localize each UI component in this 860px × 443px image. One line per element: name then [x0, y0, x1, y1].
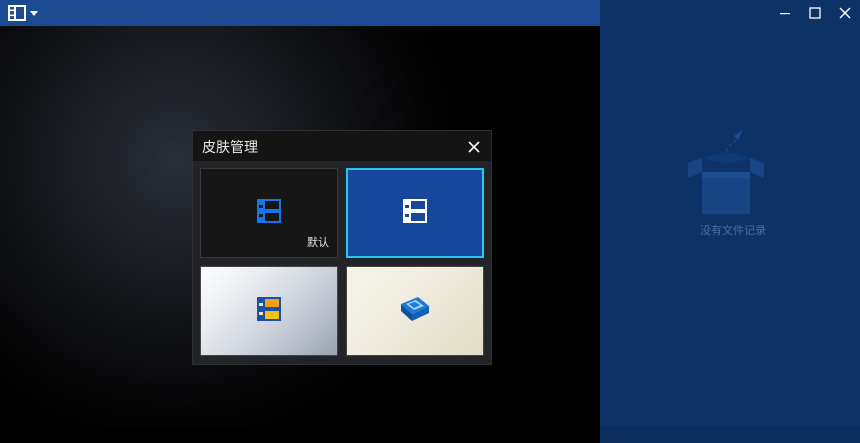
- playlist-panel: 没有文件记录: [600, 0, 860, 443]
- film-icon: [401, 197, 429, 229]
- film-icon: [255, 197, 283, 229]
- maximize-button[interactable]: [800, 0, 830, 26]
- minimize-icon: [779, 4, 791, 23]
- skin-option-default[interactable]: 默认: [200, 168, 338, 258]
- dialog-close-button[interactable]: [467, 139, 481, 153]
- close-window-button[interactable]: [830, 0, 860, 26]
- skin-label: 默认: [307, 236, 329, 249]
- film-3d-icon: [398, 294, 432, 328]
- film-color-icon: [255, 295, 283, 327]
- close-icon: [839, 4, 851, 23]
- skin-option-blue[interactable]: [346, 168, 484, 258]
- caret-down-icon: [30, 10, 38, 16]
- dialog-title: 皮肤管理: [202, 140, 258, 156]
- dialog-header: 皮肤管理: [193, 131, 491, 161]
- title-bar: [0, 0, 600, 26]
- window-controls: [750, 0, 860, 26]
- empty-playlist-text: 没有文件记录: [700, 224, 766, 237]
- main-menu-button[interactable]: [8, 4, 44, 22]
- minimize-button[interactable]: [770, 0, 800, 26]
- close-icon: [467, 139, 481, 158]
- bottom-strip: [0, 426, 860, 443]
- skin-dialog: 皮肤管理 默认: [192, 130, 492, 365]
- skin-option-cream[interactable]: [346, 266, 484, 356]
- maximize-icon: [809, 4, 821, 23]
- skin-option-silver[interactable]: [200, 266, 338, 356]
- film-icon: [8, 5, 26, 21]
